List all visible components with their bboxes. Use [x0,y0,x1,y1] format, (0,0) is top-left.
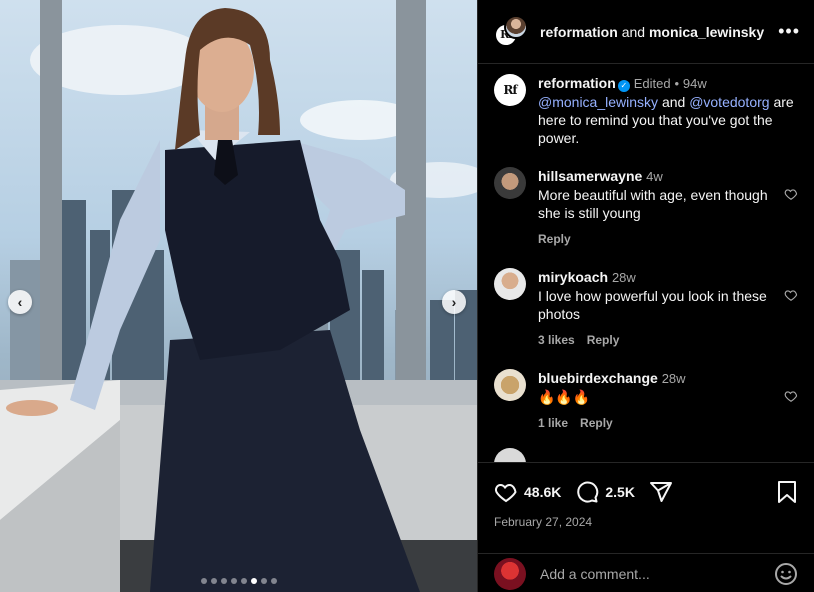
emoji-icon[interactable] [774,562,798,586]
likes-count[interactable]: 3 likes [538,333,575,347]
caption-username[interactable]: reformation [538,75,616,91]
commenter-avatar[interactable] [494,448,526,462]
caption-time[interactable]: 94w [683,76,707,91]
caption-and: and [661,94,686,110]
carousel-dot [220,578,227,584]
carousel-next-button[interactable]: › [442,290,466,314]
author-conjunction: and [621,23,646,40]
comment-text: More beautiful with age, even though she… [538,187,768,221]
add-comment-input[interactable] [540,565,774,582]
carousel-dot [210,578,217,584]
comment-username[interactable]: mirykoach [538,269,608,285]
comment-button[interactable]: 2.5K [575,480,635,504]
carousel-dot [230,578,237,584]
post-date[interactable]: February 27, 2024 [478,507,814,529]
comments-list[interactable]: Rf reformation ✓ Edited • 94w @monica_lew… [478,64,814,462]
heart-icon [495,483,517,503]
comment-item: mirykoach 28w I love how powerful you lo… [478,268,814,349]
verified-badge-icon: ✓ [617,80,630,92]
carousel-dot [250,578,257,584]
caption-edited: Edited [633,76,671,91]
photo-scene [0,0,477,592]
comment-item: bluebirdexchange 28w 🔥🔥🔥 1 like Reply [478,369,814,432]
comment-time[interactable]: 28w [612,270,636,285]
commenter-avatar[interactable] [494,268,526,300]
comment-time[interactable]: 28w [662,371,686,386]
bookmark-icon[interactable] [776,480,798,504]
comment-username[interactable]: bluebirdexchange [538,370,658,386]
collab-avatars[interactable]: Rf [494,14,528,49]
post-authors: reformation and monica_lewinsky [540,24,778,40]
share-icon [649,482,672,502]
mention-monica[interactable]: @monica_lewinsky [538,94,658,110]
author-monica-link[interactable]: monica_lewinsky [649,24,764,40]
comment-username[interactable]: hillsamerwayne [538,168,642,184]
reformation-caption-avatar[interactable]: Rf [494,74,526,106]
post-header: Rf reformation and monica_lewinsky ••• [478,0,814,64]
reply-button[interactable]: Reply [587,333,620,347]
comment-item-partial [478,448,814,462]
like-button[interactable]: 48.6K [494,480,561,504]
mention-votedotorg[interactable]: @votedotorg [689,94,769,110]
monica-avatar[interactable] [504,14,528,39]
reply-button[interactable]: Reply [580,416,613,430]
commenter-avatar[interactable] [494,369,526,401]
heart-icon[interactable] [784,389,798,403]
carousel-prev-button[interactable]: ‹ [8,290,32,314]
post-details-panel: Rf reformation and monica_lewinsky ••• R… [477,0,814,592]
more-horizontal-icon[interactable]: ••• [778,21,800,42]
carousel-indicator [0,578,477,584]
comment-icon [577,481,599,503]
comment-time[interactable]: 4w [646,169,663,184]
likes-total[interactable]: 48.6K [524,484,561,500]
share-button[interactable] [649,480,673,504]
comment-text: I love how powerful you look in these ph… [538,288,767,322]
post-photo[interactable]: ‹ › [0,0,477,592]
post-actions: 48.6K 2.5K February 27, 2024 [478,462,814,592]
author-reformation-link[interactable]: reformation [540,24,618,40]
carousel-dot [240,578,247,584]
likes-count[interactable]: 1 like [538,416,568,430]
comment-text: 🔥🔥🔥 [538,389,591,405]
commenter-avatar[interactable] [494,167,526,199]
carousel-dot [270,578,277,584]
carousel-dot [260,578,267,584]
current-user-avatar [494,557,526,590]
heart-icon[interactable] [784,288,798,302]
comments-total[interactable]: 2.5K [605,484,635,500]
comment-item: hillsamerwayne 4w More beautiful with ag… [478,167,814,248]
caption-dot: • [674,76,680,91]
carousel-dot [200,578,207,584]
reply-button[interactable]: Reply [538,232,571,246]
add-comment-row [478,553,814,592]
caption: Rf reformation ✓ Edited • 94w @monica_lew… [478,74,814,147]
heart-icon[interactable] [784,187,798,201]
